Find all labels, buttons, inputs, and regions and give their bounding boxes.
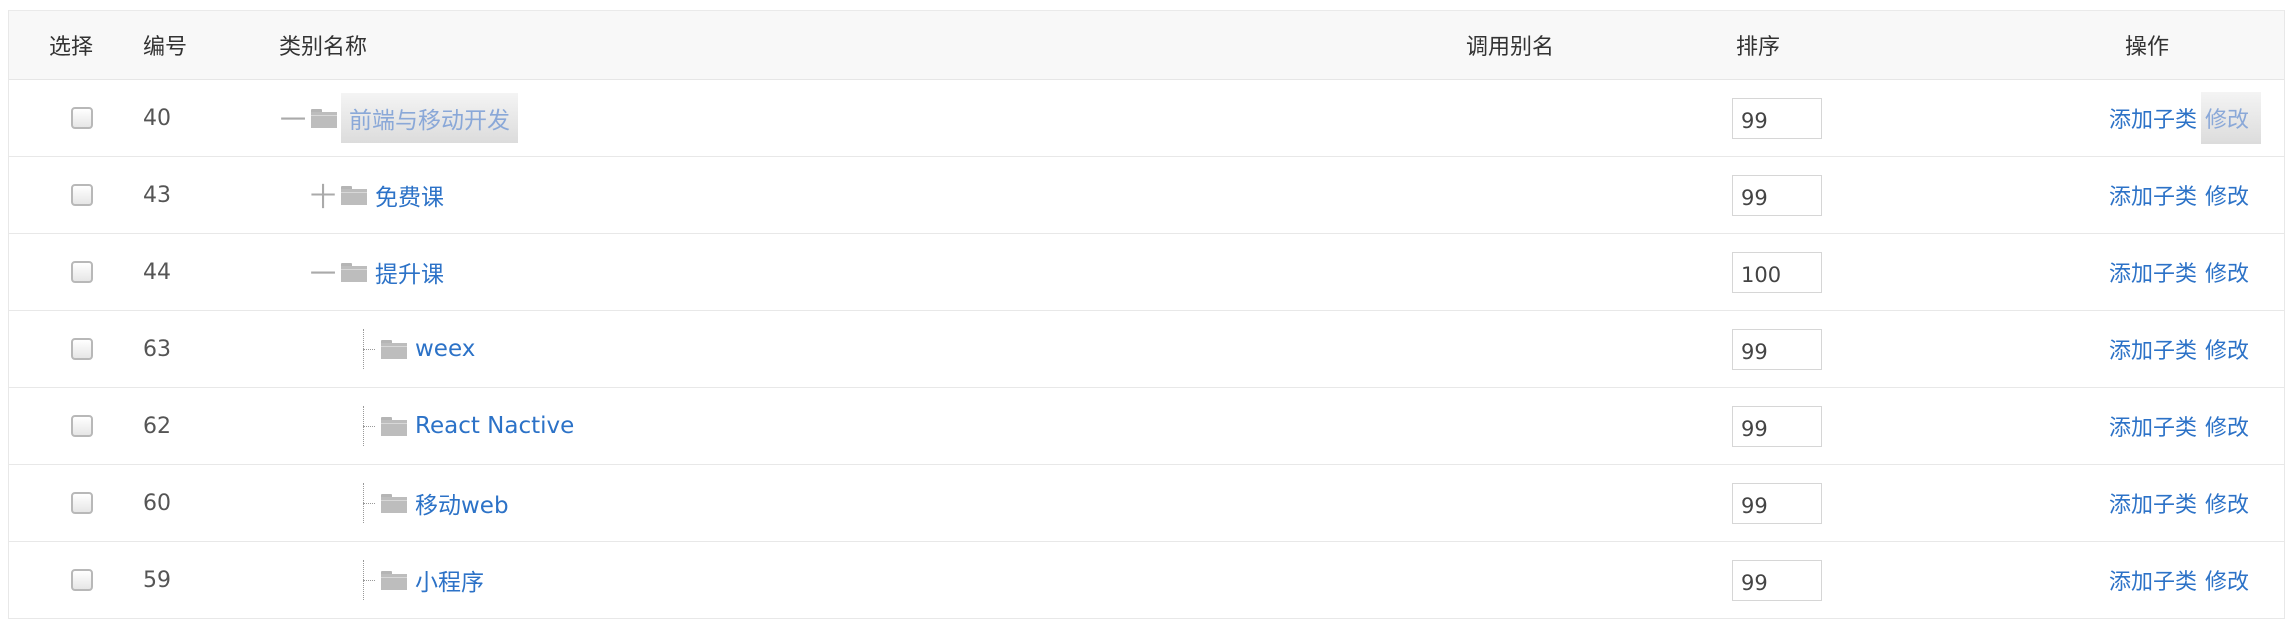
header-alias: 调用别名: [1466, 35, 1555, 60]
folder-icon: [381, 339, 407, 359]
header-select: 选择: [49, 35, 94, 60]
tree-branch-icon: [355, 406, 377, 446]
folder-icon: [341, 262, 367, 282]
row-checkbox[interactable]: [71, 338, 93, 360]
header-sort: 排序: [1736, 35, 1781, 60]
table-row: 43 十 免费课 添加子类 修改: [9, 157, 2284, 234]
category-name-link[interactable]: 前端与移动开发: [341, 93, 518, 143]
sort-input[interactable]: [1732, 97, 1822, 139]
table-row: 40 一 前端与移动开发 添加子类 修改: [9, 80, 2284, 157]
category-name-link[interactable]: 小程序: [415, 563, 484, 597]
row-id: 63: [143, 336, 171, 362]
edit-link[interactable]: 修改: [2205, 333, 2249, 365]
add-child-link[interactable]: 添加子类: [2109, 333, 2197, 365]
add-child-link[interactable]: 添加子类: [2109, 179, 2197, 211]
sort-input[interactable]: [1732, 405, 1822, 447]
edit-link[interactable]: 修改: [2201, 92, 2262, 144]
tree-branch-icon: [355, 560, 377, 600]
edit-link[interactable]: 修改: [2205, 256, 2249, 288]
add-child-link[interactable]: 添加子类: [2109, 564, 2197, 596]
add-child-link[interactable]: 添加子类: [2109, 410, 2197, 442]
table-row: 62 React Nactive 添加子类 修改: [9, 388, 2284, 465]
row-checkbox[interactable]: [71, 107, 93, 129]
folder-icon: [341, 185, 367, 205]
folder-icon: [311, 108, 337, 128]
add-child-link[interactable]: 添加子类: [2109, 256, 2197, 288]
row-id: 40: [143, 105, 171, 131]
row-checkbox[interactable]: [71, 261, 93, 283]
row-id: 59: [143, 567, 171, 593]
sort-input[interactable]: [1732, 174, 1822, 216]
row-checkbox[interactable]: [71, 184, 93, 206]
edit-link[interactable]: 修改: [2205, 564, 2249, 596]
add-child-link[interactable]: 添加子类: [2109, 102, 2197, 134]
table-header: 选择 编号 类别名称 调用别名 排序 操作: [9, 10, 2284, 80]
row-checkbox[interactable]: [71, 415, 93, 437]
row-id: 60: [143, 490, 171, 516]
table-row: 60 移动web 添加子类 修改: [9, 465, 2284, 542]
edit-link[interactable]: 修改: [2205, 179, 2249, 211]
row-checkbox[interactable]: [71, 569, 93, 591]
header-ops: 操作: [2125, 35, 2170, 60]
header-id: 编号: [143, 35, 188, 60]
category-name-link[interactable]: React Nactive: [415, 413, 574, 439]
table-row: 59 小程序 添加子类 修改: [9, 542, 2284, 619]
add-child-link[interactable]: 添加子类: [2109, 487, 2197, 519]
collapse-toggle-icon[interactable]: 一: [279, 100, 307, 137]
folder-icon: [381, 570, 407, 590]
collapse-toggle-icon[interactable]: 一: [309, 254, 337, 291]
header-name: 类别名称: [279, 35, 368, 60]
table-row: 63 weex 添加子类 修改: [9, 311, 2284, 388]
category-name-link[interactable]: weex: [415, 336, 475, 362]
row-id: 62: [143, 413, 171, 439]
edit-link[interactable]: 修改: [2205, 410, 2249, 442]
sort-input[interactable]: [1732, 482, 1822, 524]
expand-toggle-icon[interactable]: 十: [309, 177, 337, 214]
tree-branch-icon: [355, 329, 377, 369]
sort-input[interactable]: [1732, 559, 1822, 601]
edit-link[interactable]: 修改: [2205, 487, 2249, 519]
category-name-link[interactable]: 提升课: [375, 255, 444, 289]
category-name-link[interactable]: 移动web: [415, 486, 509, 520]
folder-icon: [381, 493, 407, 513]
table-row: 44 一 提升课 添加子类 修改: [9, 234, 2284, 311]
folder-icon: [381, 416, 407, 436]
row-id: 43: [143, 182, 171, 208]
sort-input[interactable]: [1732, 251, 1822, 293]
category-name-link[interactable]: 免费课: [375, 178, 444, 212]
sort-input[interactable]: [1732, 328, 1822, 370]
row-checkbox[interactable]: [71, 492, 93, 514]
category-table: 选择 编号 类别名称 调用别名 排序 操作 40 一 前端与移动开发 添加子类 …: [8, 10, 2285, 619]
row-id: 44: [143, 259, 171, 285]
tree-branch-icon: [355, 483, 377, 523]
